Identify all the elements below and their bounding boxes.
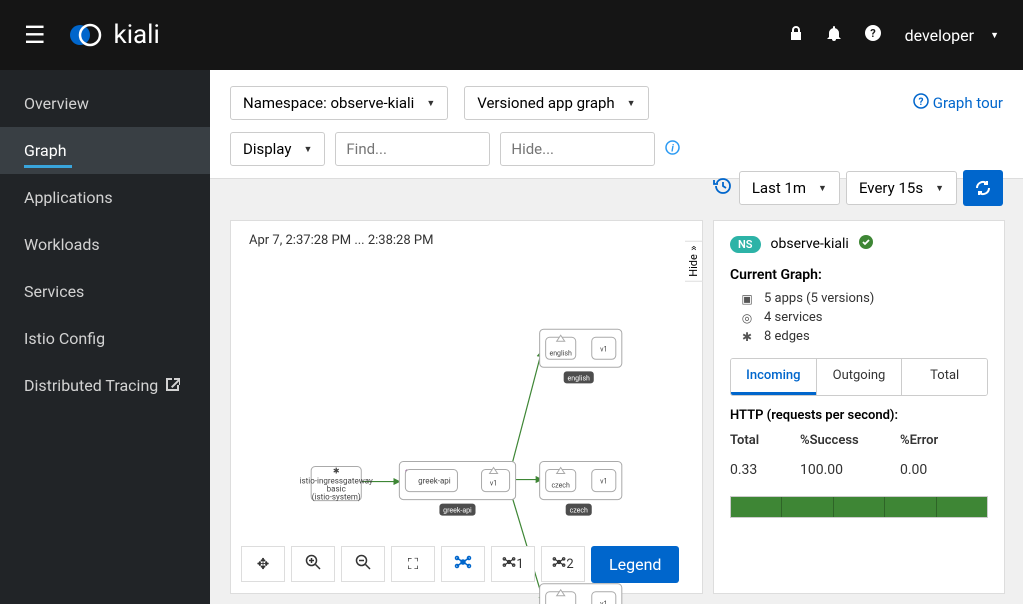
http-title: HTTP (requests per second): [730, 408, 988, 423]
zoom-in-button[interactable] [291, 546, 335, 582]
bell-icon[interactable] [827, 25, 841, 45]
tab-incoming[interactable]: Incoming [731, 359, 816, 395]
external-link-icon [166, 377, 180, 395]
services-icon: ◎ [740, 311, 754, 325]
current-graph-title: Current Graph: [730, 267, 988, 283]
filter-toolbar: Namespace: observe-kiali Versioned app g… [210, 70, 1023, 128]
stat-apps: ▣5 apps (5 versions) [740, 291, 988, 306]
sidebar-item-workloads[interactable]: Workloads [0, 221, 210, 268]
layout-2-button[interactable]: 2 [541, 546, 585, 582]
fit-button[interactable]: ⛶ [391, 546, 435, 582]
summary-panel: NS observe-kiali Current Graph: ▣5 apps … [713, 220, 1005, 594]
svg-text:v1: v1 [600, 477, 607, 486]
graph-type-dropdown[interactable]: Versioned app graph [464, 86, 648, 120]
kiali-logo-icon [70, 23, 106, 47]
svg-text:v1: v1 [490, 479, 497, 488]
svg-text:i: i [672, 143, 675, 154]
edges-icon: ✱ [740, 330, 754, 344]
lock-icon[interactable] [789, 25, 803, 45]
namespace-name: observe-kiali [771, 236, 849, 252]
sidebar-item-applications[interactable]: Applications [0, 174, 210, 221]
namespace-row: NS observe-kiali [730, 235, 988, 253]
svg-text:greek-api: greek-api [418, 477, 451, 486]
svg-text:czech: czech [552, 481, 570, 490]
layout-default-button[interactable] [441, 546, 485, 582]
time-controls: Last 1m Every 15s [713, 170, 1003, 206]
display-dropdown[interactable]: Display [230, 132, 325, 166]
expand-icon: ⛶ [408, 555, 419, 573]
svg-text:czech: czech [570, 506, 588, 515]
table-row: 0.33 100.00 0.00 [730, 462, 988, 478]
legend-button[interactable]: Legend [591, 546, 679, 583]
tab-total[interactable]: Total [901, 359, 987, 395]
svg-text:?: ? [918, 97, 923, 108]
layout-1-button[interactable]: 1 [491, 546, 535, 582]
apps-icon: ▣ [740, 292, 754, 306]
time-range-dropdown[interactable]: Last 1m [739, 171, 840, 205]
question-circle-icon: ? [913, 93, 929, 113]
brand-logo[interactable]: kiali [70, 20, 160, 50]
find-input[interactable] [335, 132, 490, 166]
svg-text:(istio-system): (istio-system) [312, 493, 361, 502]
refresh-button[interactable] [963, 170, 1003, 206]
topbar-right: ? developer [789, 25, 999, 45]
topology-2-icon [552, 555, 566, 573]
hide-input[interactable] [500, 132, 655, 166]
topbar: ☰ kiali ? developer [0, 0, 1023, 70]
tab-outgoing[interactable]: Outgoing [816, 359, 902, 395]
sidebar-item-istio-config[interactable]: Istio Config [0, 315, 210, 362]
traffic-bar [730, 496, 988, 518]
svg-text:english: english [549, 348, 572, 357]
namespace-badge: NS [730, 236, 761, 253]
topology-1-icon [502, 555, 516, 573]
svg-text:english: english [568, 373, 591, 382]
svg-text:?: ? [870, 27, 876, 40]
svg-text:v1: v1 [600, 344, 607, 353]
graph-toolbar: ✥ ⛶ 1 2 Legend [241, 546, 679, 583]
sidebar: Overview Graph Applications Workloads Se… [0, 70, 210, 604]
sidebar-item-distributed-tracing[interactable]: Distributed Tracing [0, 362, 210, 409]
sidebar-item-overview[interactable]: Overview [0, 80, 210, 127]
drag-tool-button[interactable]: ✥ [241, 546, 285, 582]
svg-text:greek-api: greek-api [443, 506, 472, 515]
user-name: developer [905, 26, 974, 45]
move-icon: ✥ [257, 555, 270, 573]
menu-toggle-icon[interactable]: ☰ [24, 21, 46, 49]
user-menu[interactable]: developer [905, 26, 999, 45]
traffic-tabs: Incoming Outgoing Total [730, 358, 988, 396]
graph-tour-link[interactable]: ? Graph tour [913, 93, 1003, 113]
zoom-out-button[interactable] [341, 546, 385, 582]
info-icon[interactable]: i [665, 140, 680, 159]
zoom-out-icon [355, 554, 371, 574]
table-header: Total %Success %Error [730, 433, 988, 448]
history-icon[interactable] [713, 177, 731, 200]
zoom-in-icon [305, 554, 321, 574]
topology-icon [454, 553, 472, 575]
help-icon[interactable]: ? [865, 25, 881, 45]
stat-services: ◎4 services [740, 310, 988, 325]
health-ok-icon [859, 235, 873, 253]
stat-edges: ✱8 edges [740, 329, 988, 344]
svg-text:✱: ✱ [333, 467, 340, 476]
brand-text: kiali [114, 20, 160, 50]
graph-canvas[interactable]: Apr 7, 2:37:28 PM ... 2:38:28 PM Hide» [230, 220, 703, 594]
sidebar-item-graph[interactable]: Graph [0, 127, 210, 174]
sidebar-item-services[interactable]: Services [0, 268, 210, 315]
main-area: Namespace: observe-kiali Versioned app g… [210, 70, 1023, 604]
refresh-interval-dropdown[interactable]: Every 15s [846, 171, 957, 205]
svg-text:v1: v1 [600, 599, 607, 604]
namespace-dropdown[interactable]: Namespace: observe-kiali [230, 86, 448, 120]
